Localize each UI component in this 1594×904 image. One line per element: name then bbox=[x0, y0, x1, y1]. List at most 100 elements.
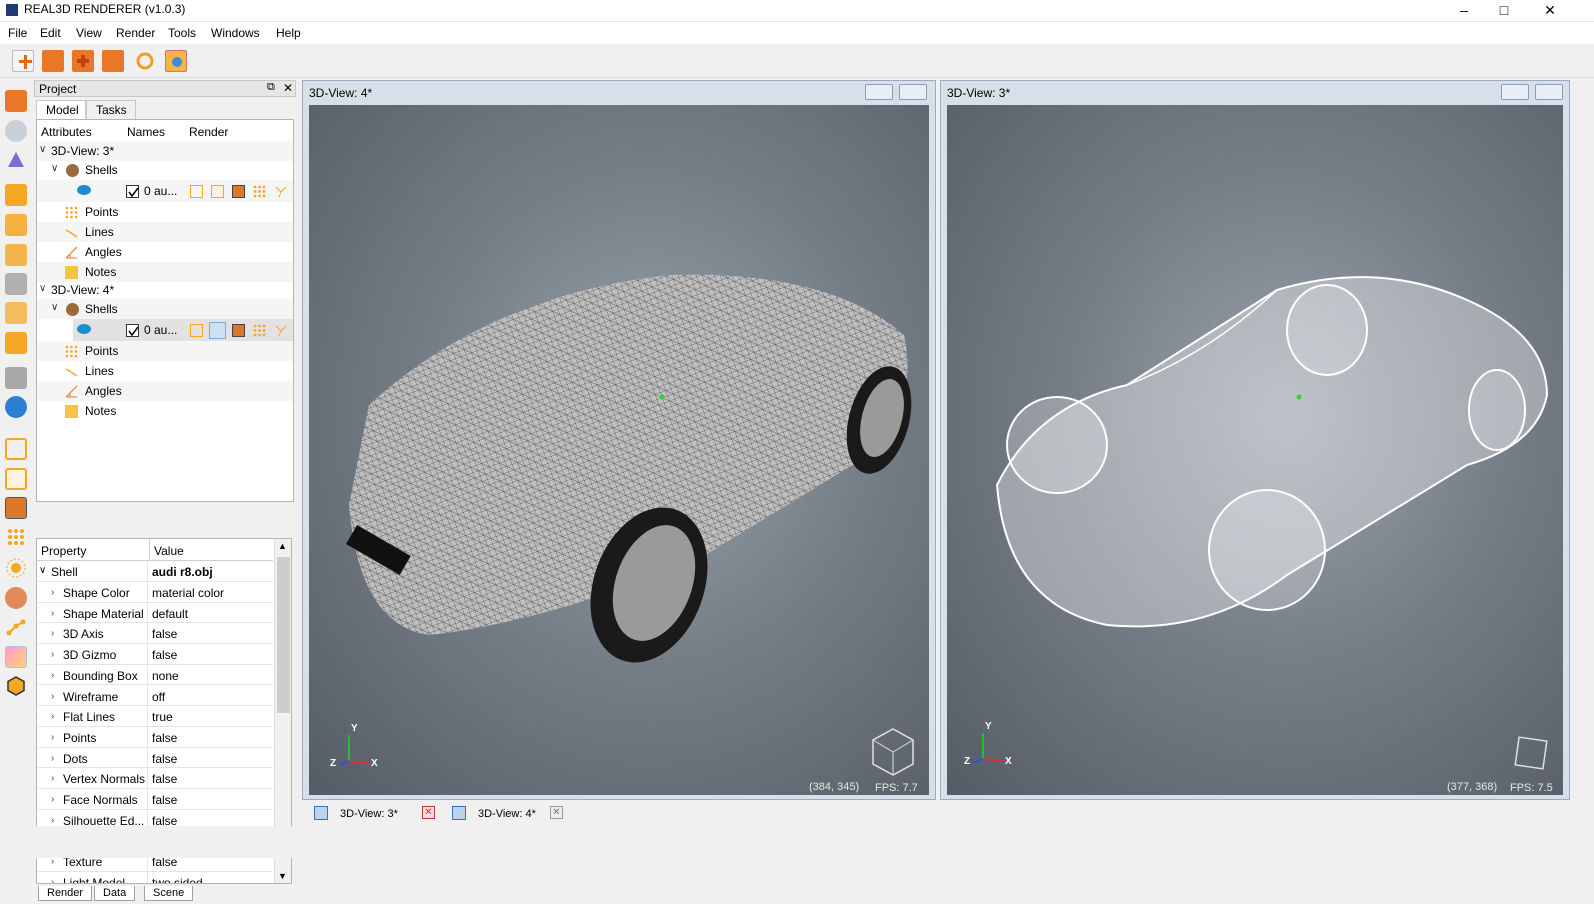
view-cube-icon[interactable] bbox=[869, 727, 917, 780]
menu-render[interactable]: Render bbox=[116, 26, 155, 40]
chevron-down-icon[interactable]: ∨ bbox=[39, 565, 46, 576]
menu-tools[interactable]: Tools bbox=[168, 26, 196, 40]
tree-shells[interactable]: ∨ Shells bbox=[37, 160, 293, 180]
tree-shells[interactable]: ∨ Shells bbox=[37, 299, 293, 319]
box-grid-6-icon[interactable] bbox=[5, 332, 27, 354]
float-icon[interactable]: ⧉ bbox=[267, 81, 275, 94]
sphere-icon[interactable] bbox=[5, 587, 27, 609]
globe-icon[interactable] bbox=[5, 396, 27, 418]
close-tab-icon[interactable]: ✕ bbox=[422, 806, 435, 819]
menu-edit[interactable]: Edit bbox=[40, 26, 61, 40]
axis-icon[interactable] bbox=[5, 149, 27, 171]
shaded-icon[interactable] bbox=[211, 185, 224, 198]
property-value[interactable]: false bbox=[152, 731, 177, 745]
doc-tab-view-3[interactable]: 3D-View: 3* ✕ bbox=[312, 802, 436, 824]
visibility-eye-icon[interactable] bbox=[77, 185, 91, 195]
chevron-right-icon[interactable]: › bbox=[51, 670, 54, 681]
tab-scene[interactable]: Scene bbox=[144, 886, 194, 901]
dots-icon[interactable] bbox=[5, 526, 27, 548]
graph-render-icon[interactable] bbox=[274, 324, 287, 337]
close-icon[interactable]: ✕ bbox=[1530, 0, 1570, 22]
view-minimize-icon[interactable] bbox=[865, 84, 893, 100]
tree-view-4[interactable]: ∨ 3D-View: 4* bbox=[37, 280, 293, 300]
maximize-icon[interactable]: □ bbox=[1484, 0, 1524, 22]
property-row[interactable]: › Bounding Box none bbox=[37, 664, 273, 686]
chevron-right-icon[interactable]: › bbox=[51, 608, 54, 619]
tab-render[interactable]: Render bbox=[38, 886, 93, 901]
close-tab-icon[interactable]: ✕ bbox=[550, 806, 563, 819]
property-row[interactable]: › Shape Material default bbox=[37, 602, 273, 624]
gradient-icon[interactable] bbox=[5, 646, 27, 668]
property-value[interactable]: default bbox=[152, 607, 188, 621]
add-folder-icon[interactable] bbox=[72, 50, 94, 72]
property-value[interactable]: false bbox=[152, 627, 177, 641]
view-frame-icon[interactable] bbox=[1513, 735, 1549, 774]
chevron-right-icon[interactable]: › bbox=[51, 877, 54, 883]
chevron-right-icon[interactable]: › bbox=[51, 773, 54, 784]
tree-shell-item-selected[interactable]: 0 au... bbox=[73, 319, 293, 341]
visibility-eye-icon[interactable] bbox=[77, 324, 91, 334]
scroll-down-icon[interactable]: ▼ bbox=[278, 871, 287, 881]
property-row[interactable]: › Flat Lines true bbox=[37, 706, 273, 727]
menu-windows[interactable]: Windows bbox=[211, 26, 260, 40]
scrollbar-thumb[interactable] bbox=[277, 557, 290, 713]
open-folder-icon[interactable] bbox=[42, 50, 64, 72]
viewport-canvas[interactable]: Y X Z (377, 368) FPS: 7.5 bbox=[947, 105, 1563, 795]
property-value[interactable]: false bbox=[152, 793, 177, 807]
property-row-shell[interactable]: ∨ Shell audi r8.obj bbox=[37, 561, 273, 582]
menu-file[interactable]: File bbox=[8, 26, 27, 40]
tree-points[interactable]: Points bbox=[37, 341, 293, 361]
box-grid-4-icon[interactable] bbox=[5, 273, 27, 295]
tab-data[interactable]: Data bbox=[94, 886, 136, 901]
property-value[interactable]: material color bbox=[152, 586, 224, 600]
property-row[interactable]: › Wireframe off bbox=[37, 685, 273, 707]
property-value[interactable]: off bbox=[152, 690, 165, 704]
hexagon-icon[interactable] bbox=[5, 675, 27, 697]
chevron-down-icon[interactable]: ∨ bbox=[51, 163, 58, 174]
tree-angles[interactable]: Angles bbox=[37, 242, 293, 262]
chevron-right-icon[interactable]: › bbox=[51, 794, 54, 805]
visible-checkbox[interactable] bbox=[126, 185, 139, 198]
menu-view[interactable]: View bbox=[76, 26, 102, 40]
screenshot-icon[interactable] bbox=[165, 50, 187, 72]
burst-icon[interactable] bbox=[5, 557, 27, 579]
chevron-right-icon[interactable]: › bbox=[51, 628, 54, 639]
wire-box-icon[interactable] bbox=[5, 438, 27, 460]
points-render-icon[interactable] bbox=[253, 324, 266, 337]
box-grid-3-icon[interactable] bbox=[5, 244, 27, 266]
graph-render-icon[interactable] bbox=[274, 185, 287, 198]
tree-lines[interactable]: Lines bbox=[37, 361, 293, 381]
viewport-canvas[interactable]: Y X Z (384, 345) FPS: 7.7 bbox=[309, 105, 929, 795]
property-value[interactable]: none bbox=[152, 669, 179, 683]
view-minimize-icon[interactable] bbox=[1501, 84, 1529, 100]
textured-icon[interactable] bbox=[232, 324, 245, 337]
tree-notes[interactable]: Notes bbox=[37, 401, 293, 421]
chevron-right-icon[interactable]: › bbox=[51, 711, 54, 722]
texture-box-icon[interactable] bbox=[5, 497, 27, 519]
tree-notes[interactable]: Notes bbox=[37, 262, 293, 282]
property-value[interactable]: false bbox=[152, 648, 177, 662]
minimize-icon[interactable]: – bbox=[1444, 0, 1484, 22]
refresh-icon[interactable] bbox=[134, 50, 156, 72]
envelope-icon[interactable] bbox=[5, 468, 27, 490]
view-restore-icon[interactable] bbox=[899, 84, 927, 100]
box-grid-2-icon[interactable] bbox=[5, 214, 27, 236]
property-row[interactable]: › 3D Axis false bbox=[37, 623, 273, 645]
property-row[interactable]: › 3D Gizmo false bbox=[37, 644, 273, 665]
tree-points[interactable]: Points bbox=[37, 202, 293, 222]
chevron-down-icon[interactable]: ∨ bbox=[39, 144, 46, 155]
panel-close-icon[interactable]: ✕ bbox=[283, 81, 293, 95]
box-grid-5-icon[interactable] bbox=[5, 302, 27, 324]
graph-icon[interactable] bbox=[5, 616, 27, 638]
cube-icon[interactable] bbox=[5, 90, 27, 112]
textured-icon[interactable] bbox=[232, 185, 245, 198]
property-row[interactable]: › Dots false bbox=[37, 747, 273, 769]
box-grid-7-icon[interactable] bbox=[5, 367, 27, 389]
property-row[interactable]: › Shape Color material color bbox=[37, 582, 273, 603]
tree-angles[interactable]: Angles bbox=[37, 381, 293, 401]
property-value[interactable]: false bbox=[152, 752, 177, 766]
import-icon[interactable] bbox=[102, 50, 124, 72]
scroll-up-icon[interactable]: ▲ bbox=[278, 541, 287, 551]
tree-shell-item[interactable]: 0 au... bbox=[37, 180, 293, 202]
chevron-right-icon[interactable]: › bbox=[51, 753, 54, 764]
